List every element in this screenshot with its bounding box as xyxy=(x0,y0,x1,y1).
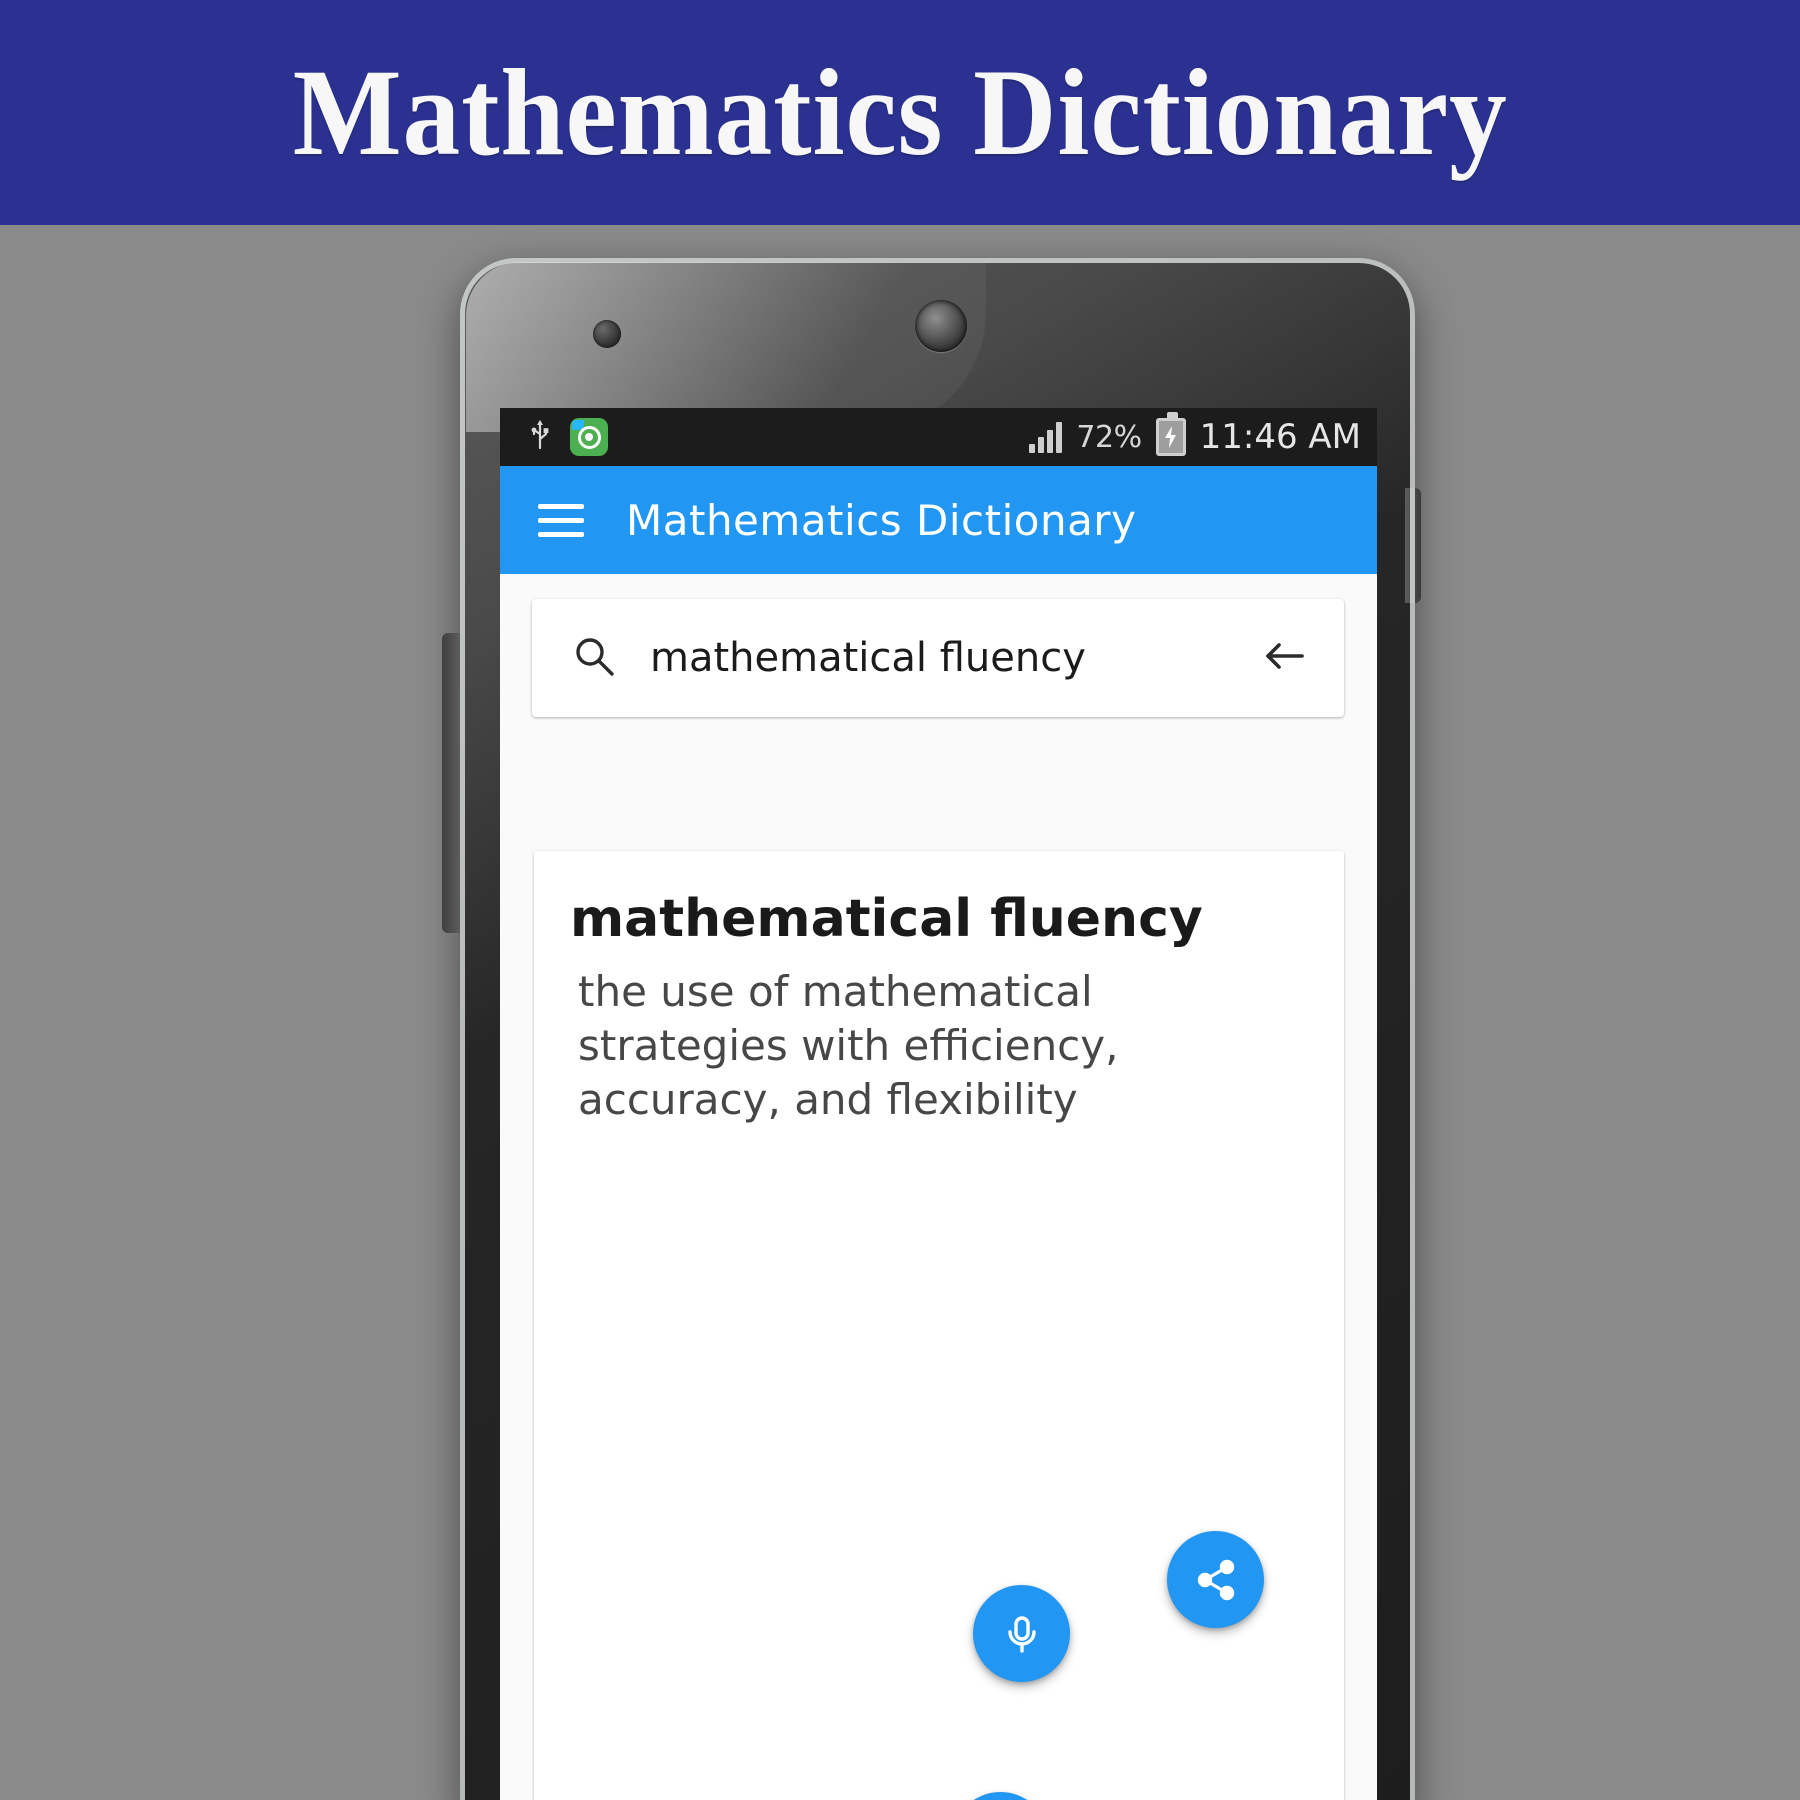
definition-term: mathematical fluency xyxy=(570,889,1203,949)
search-input[interactable]: mathematical fluency xyxy=(650,635,1260,681)
phone-mockup: 72% 11:46 AM Mathematics Dictionary math… xyxy=(442,258,1421,1800)
power-button[interactable] xyxy=(1405,488,1421,603)
phone-screen: 72% 11:46 AM Mathematics Dictionary math… xyxy=(500,408,1377,1800)
search-bar[interactable]: mathematical fluency xyxy=(532,599,1344,717)
hamburger-menu-icon[interactable] xyxy=(538,503,584,537)
app-bar: Mathematics Dictionary xyxy=(500,466,1377,574)
promo-banner: Mathematics Dictionary xyxy=(0,0,1800,225)
battery-charging-icon xyxy=(1155,412,1186,456)
green-app-icon xyxy=(570,418,608,456)
app-bar-title: Mathematics Dictionary xyxy=(626,495,1137,545)
definition-card: mathematical fluency the use of mathemat… xyxy=(534,851,1344,1800)
share-button[interactable] xyxy=(1167,1531,1264,1628)
status-bar: 72% 11:46 AM xyxy=(500,408,1377,466)
back-arrow-icon[interactable] xyxy=(1260,632,1308,684)
front-camera-icon xyxy=(593,320,621,348)
status-bar-clock: 11:46 AM xyxy=(1199,417,1361,457)
microphone-icon xyxy=(999,1611,1045,1657)
signal-bars-icon xyxy=(1029,421,1063,453)
screen-content: mathematical fluency mathematical fluenc… xyxy=(500,574,1377,1800)
earpiece-sensor-icon xyxy=(915,300,967,352)
definition-text: the use of mathematical strategies with … xyxy=(578,967,1119,1124)
battery-percent-label: 72% xyxy=(1076,419,1142,455)
search-icon xyxy=(572,634,616,682)
share-icon xyxy=(1193,1557,1239,1603)
microphone-button[interactable] xyxy=(973,1585,1070,1682)
usb-icon xyxy=(528,418,552,456)
volume-button[interactable] xyxy=(442,633,460,933)
promo-banner-title: Mathematics Dictionary xyxy=(292,43,1508,181)
